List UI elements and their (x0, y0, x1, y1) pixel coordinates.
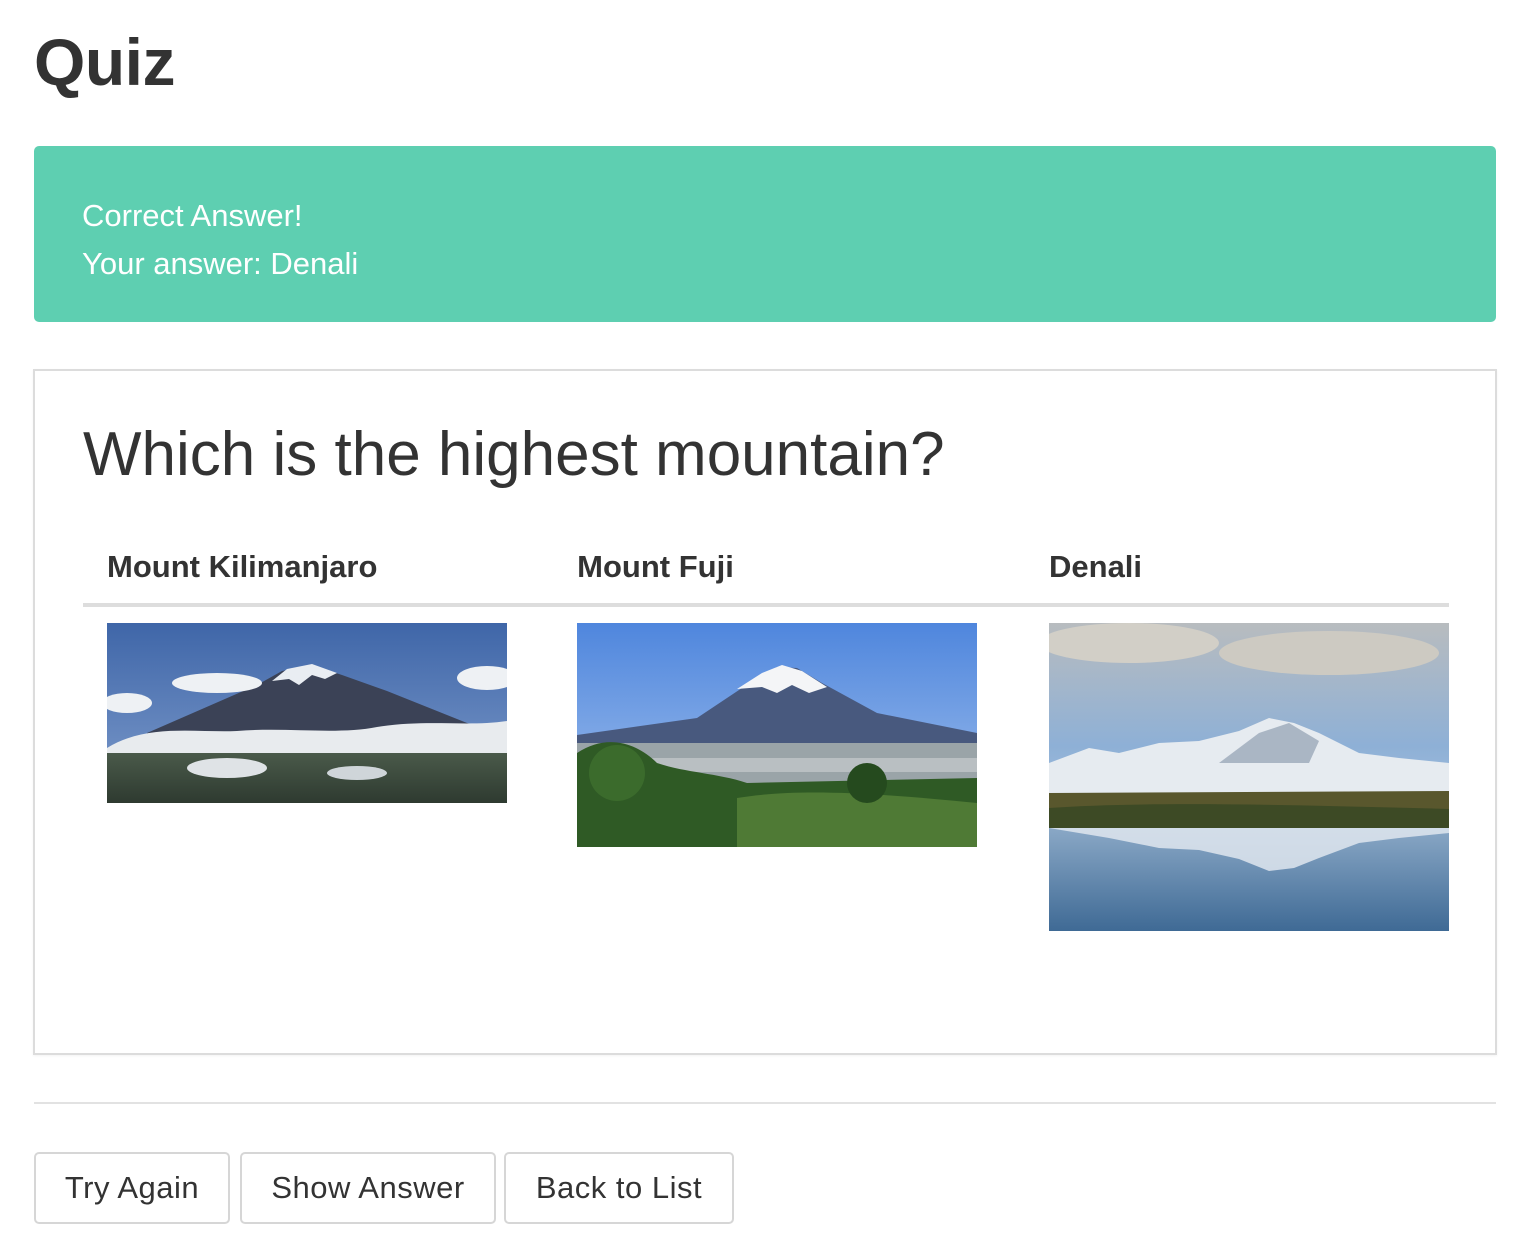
choices-table: Mount Kilimanjaro Mount Fuji Denali (83, 531, 1449, 931)
choice-header-denali[interactable]: Denali (1025, 531, 1449, 607)
mountain-denali-photo[interactable] (1049, 623, 1449, 931)
mountain-fuji-photo[interactable] (577, 623, 978, 847)
try-again-button[interactable]: Try Again (34, 1152, 230, 1224)
page-title: Quiz (34, 25, 176, 99)
question-panel: Which is the highest mountain? Mount Kil… (33, 369, 1497, 1055)
question-text: Which is the highest mountain? (83, 420, 945, 489)
choice-header-fuji[interactable]: Mount Fuji (553, 531, 1025, 607)
choice-header-kilimanjaro[interactable]: Mount Kilimanjaro (83, 531, 554, 607)
show-answer-button[interactable]: Show Answer (240, 1152, 496, 1224)
back-to-list-button[interactable]: Back to List (504, 1152, 734, 1224)
section-divider (34, 1102, 1496, 1104)
result-status: Correct Answer! (82, 198, 303, 233)
mountain-kilimanjaro-photo[interactable] (107, 623, 507, 803)
result-alert: Correct Answer! Your answer: Denali (34, 146, 1496, 322)
your-answer-text: Your answer: Denali (82, 246, 359, 281)
